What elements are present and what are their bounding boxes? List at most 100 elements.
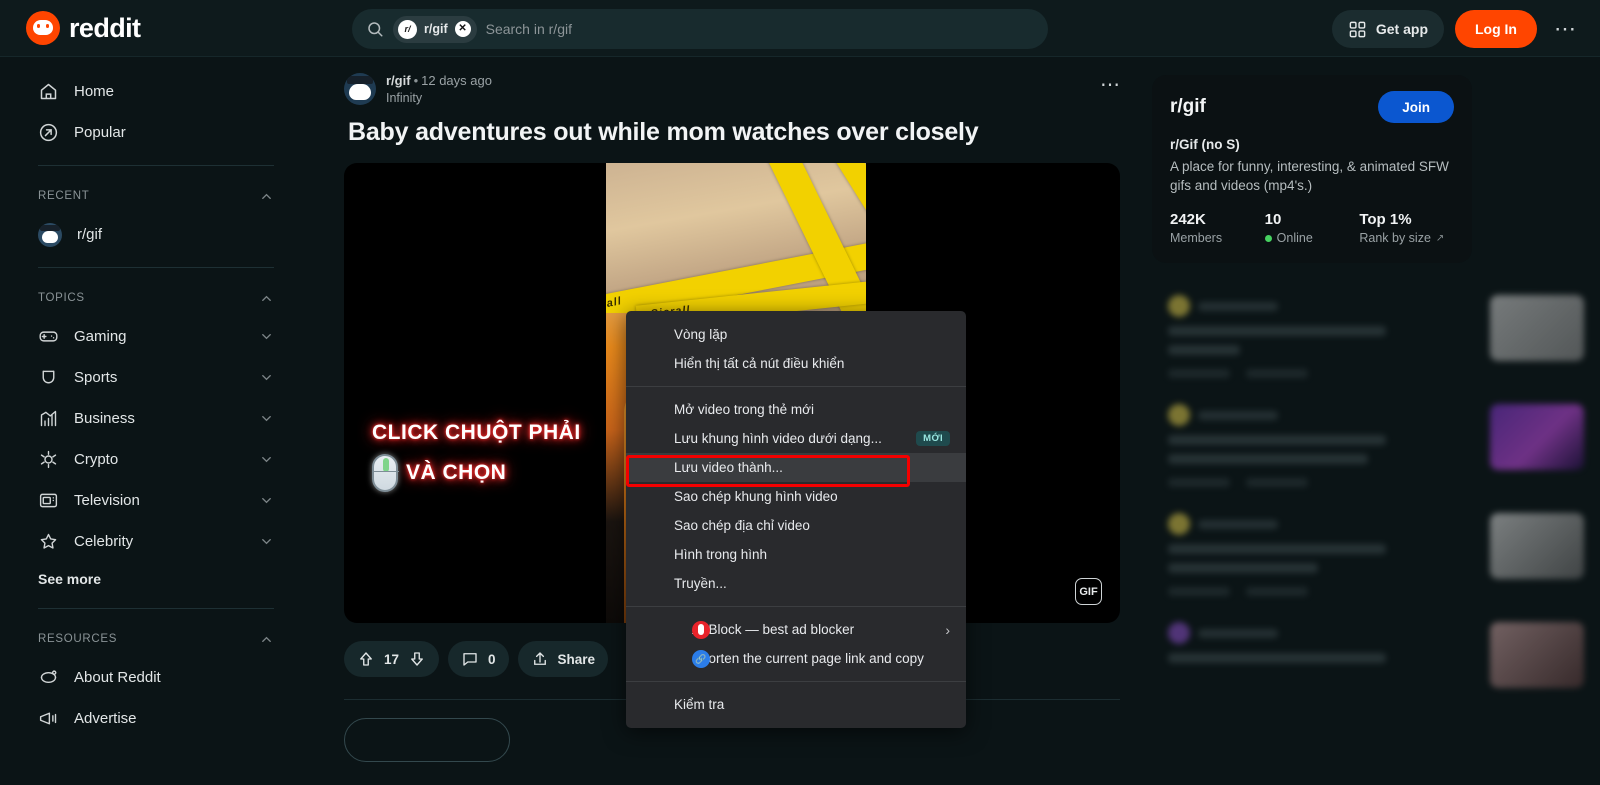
context-menu-item-label: Lưu khung hình video dưới dạng... [674, 431, 882, 446]
context-menu-item-inspect[interactable]: Kiểm tra [626, 690, 966, 719]
sidebar-item-sports[interactable]: Sports [24, 357, 288, 398]
header-more-icon[interactable]: ⋯ [1548, 18, 1582, 40]
context-menu-item-copy-video-frame[interactable]: Sao chép khung hình video [626, 482, 966, 511]
list-item[interactable] [1152, 281, 1600, 390]
stat-label: Members [1170, 231, 1223, 246]
browser-context-menu[interactable]: Vòng lặp Hiển thị tất cả nút điều khiển … [626, 311, 966, 728]
list-item[interactable] [1152, 390, 1600, 499]
list-item-header [1168, 513, 1478, 536]
list-item-subreddit [1198, 628, 1278, 638]
chevron-up-icon [262, 193, 271, 199]
post-meta: r/gif • 12 days ago Infinity ⋯ [344, 73, 1128, 105]
sidebar-item-crypto[interactable]: Crypto [24, 439, 288, 480]
log-in-button[interactable]: Log In [1455, 10, 1537, 48]
mouse-right-click-icon [372, 453, 399, 492]
context-menu-item-open-video-in-new-tab[interactable]: Mở video trong thẻ mới [626, 395, 966, 424]
context-menu-item-cast[interactable]: Truyền... [626, 569, 966, 598]
community-subtitle: r/Gif (no S) [1170, 137, 1240, 152]
list-item[interactable] [1152, 499, 1600, 608]
list-item-title-line [1168, 544, 1386, 555]
sidebar-item-r-gif[interactable]: r/gif [24, 214, 288, 255]
shorten-link-icon [692, 649, 710, 668]
sidebar-item-advertise[interactable]: Advertise [24, 698, 288, 739]
context-menu-item-save-video-as[interactable]: Lưu video thành... [626, 453, 966, 482]
stat-label-row: Online [1264, 231, 1360, 245]
sidebar-item-popular[interactable]: Popular [24, 112, 288, 153]
sidebar-item-home[interactable]: Home [24, 71, 288, 112]
list-item-header [1168, 404, 1478, 427]
list-item-stat [1246, 587, 1308, 597]
star-icon [40, 533, 57, 549]
list-item-body [1168, 513, 1478, 597]
television-icon [39, 493, 58, 508]
stat-rank: Top 1% Rank by size ↗ [1359, 211, 1454, 245]
context-menu-item-adblock[interactable]: AdBlock — best ad blocker › [626, 615, 966, 644]
share-button[interactable]: Share [517, 641, 609, 677]
chevron-down-icon [262, 416, 271, 422]
post-timestamp: 12 days ago [421, 73, 492, 88]
subreddit-avatar [38, 222, 62, 247]
post-more-options-icon[interactable]: ⋯ [1092, 73, 1128, 97]
upvote-icon[interactable] [357, 650, 375, 668]
sidebar-section-topics[interactable]: TOPICS [24, 280, 288, 316]
context-menu-item-picture-in-picture[interactable]: Hình trong hình [626, 540, 966, 569]
context-menu-item-label: Shorten the current page link and copy [692, 651, 924, 666]
reddit-snoo-icon [40, 670, 57, 684]
related-posts-list [1152, 281, 1600, 700]
join-button[interactable]: Join [1378, 91, 1454, 123]
list-item-subreddit [1198, 519, 1278, 529]
post-flair[interactable]: Infinity [386, 91, 492, 105]
search-scope-chip[interactable]: r/ r/gif ✕ [393, 15, 477, 43]
top-header: reddit r/ r/gif ✕ Get app Log In ⋯ [0, 0, 1600, 57]
list-item-body [1168, 622, 1478, 688]
list-item-stat [1246, 478, 1308, 488]
sidebar-item-celebrity[interactable]: Celebrity [24, 521, 288, 562]
home-icon [40, 83, 57, 100]
community-header: r/gif Join [1170, 91, 1454, 123]
sidebar-item-gaming[interactable]: Gaming [24, 316, 288, 357]
overlay-line-2: VÀ CHỌN [406, 460, 507, 484]
sidebar-item-label: Television [74, 492, 140, 509]
context-menu-item-loop[interactable]: Vòng lặp [626, 320, 966, 349]
share-label: Share [557, 651, 596, 667]
context-menu-item-copy-video-address[interactable]: Sao chép địa chỉ video [626, 511, 966, 540]
sidebar-item-television[interactable]: Television [24, 480, 288, 521]
stat-label-row[interactable]: Rank by size ↗ [1359, 231, 1454, 245]
list-item-title-line [1168, 345, 1240, 356]
context-menu-item-show-all-controls[interactable]: Hiển thị tất cả nút điều khiển [626, 349, 966, 378]
reddit-logo[interactable]: reddit [26, 11, 266, 45]
see-more-button[interactable]: See more [24, 562, 288, 596]
context-menu-separator [626, 681, 966, 682]
list-item[interactable] [1152, 608, 1600, 700]
chevron-down-icon [262, 334, 271, 340]
search-input[interactable] [485, 21, 1034, 37]
sidebar-item-about-reddit[interactable]: About Reddit [24, 657, 288, 698]
vote-pill[interactable]: 17 [344, 641, 440, 677]
post-subreddit-link[interactable]: r/gif [386, 73, 411, 88]
sidebar-item-business[interactable]: Business [24, 398, 288, 439]
context-menu-item-save-video-frame-as[interactable]: Lưu khung hình video dưới dạng... MỚI [626, 424, 966, 453]
list-item-header [1168, 622, 1478, 645]
sidebar-item-label: Popular [74, 124, 126, 141]
sidebar-item-label: About Reddit [74, 669, 161, 686]
list-item-footer [1168, 587, 1478, 597]
get-app-button[interactable]: Get app [1331, 10, 1444, 48]
search-bar[interactable]: r/ r/gif ✕ [352, 9, 1048, 49]
context-menu-item-shorten-link[interactable]: Shorten the current page link and copy [626, 644, 966, 673]
list-item-stat [1246, 369, 1308, 379]
chip-remove-icon[interactable]: ✕ [454, 21, 471, 37]
comments-pill[interactable]: 0 [448, 641, 509, 677]
list-item-footer [1168, 369, 1478, 379]
add-comment-input[interactable] [344, 718, 510, 762]
post-subreddit-avatar[interactable] [344, 73, 376, 105]
chevron-up-icon [262, 295, 271, 301]
sidebar-section-recent[interactable]: RECENT [24, 178, 288, 214]
overlay-line-1: CLICK CHUỘT PHẢI [372, 421, 581, 444]
popular-arrow-icon [39, 123, 58, 142]
downvote-icon[interactable] [408, 650, 426, 668]
video-instruction-overlay: CLICK CHUỘT PHẢI VÀ CHỌN [372, 413, 612, 493]
stat-members: 242K Members [1170, 211, 1265, 245]
list-item-header [1168, 295, 1478, 318]
submenu-chevron-right-icon: › [945, 621, 950, 638]
sidebar-section-resources[interactable]: RESOURCES [24, 621, 288, 657]
